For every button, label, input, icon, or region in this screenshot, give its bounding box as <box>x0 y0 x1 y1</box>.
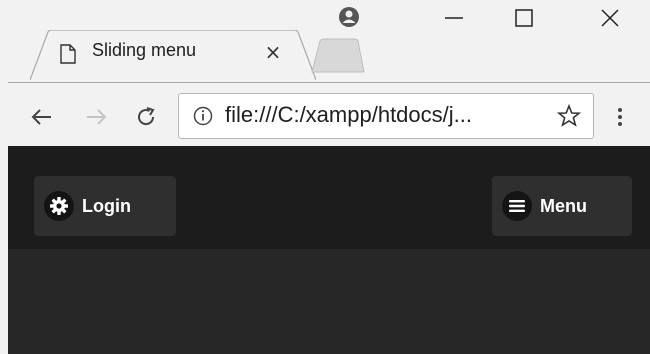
browser-window: Sliding menu × file:///C:/xampp/htdocs/j… <box>8 0 650 354</box>
forward-arrow-icon[interactable] <box>84 105 108 129</box>
app-header: Login Menu <box>8 146 650 249</box>
tab-strip: Sliding menu × <box>8 0 650 82</box>
login-label: Login <box>82 195 131 216</box>
tab-close-button[interactable]: × <box>264 42 282 62</box>
reload-icon[interactable] <box>134 105 158 129</box>
url-text[interactable]: file:///C:/xampp/htdocs/j... <box>225 102 472 128</box>
tab-title: Sliding menu <box>92 40 197 60</box>
maximize-icon[interactable] <box>514 8 534 28</box>
profile-icon[interactable] <box>338 6 360 28</box>
gear-icon <box>44 191 74 221</box>
document-icon <box>60 44 76 64</box>
back-arrow-icon[interactable] <box>30 105 54 129</box>
close-icon[interactable] <box>600 8 620 28</box>
hamburger-icon <box>502 191 532 221</box>
menu-label: Menu <box>540 195 587 216</box>
new-tab-button[interactable] <box>308 38 366 74</box>
more-vertical-icon[interactable] <box>608 105 632 129</box>
login-button[interactable]: Login <box>34 176 176 236</box>
page-viewport: Login Menu <box>8 146 650 354</box>
address-bar[interactable]: file:///C:/xampp/htdocs/j... <box>178 93 594 139</box>
browser-toolbar: file:///C:/xampp/htdocs/j... <box>8 82 650 147</box>
minimize-icon[interactable] <box>444 8 464 28</box>
info-icon[interactable] <box>193 106 213 126</box>
star-icon[interactable] <box>557 104 581 128</box>
menu-button[interactable]: Menu <box>492 176 632 236</box>
